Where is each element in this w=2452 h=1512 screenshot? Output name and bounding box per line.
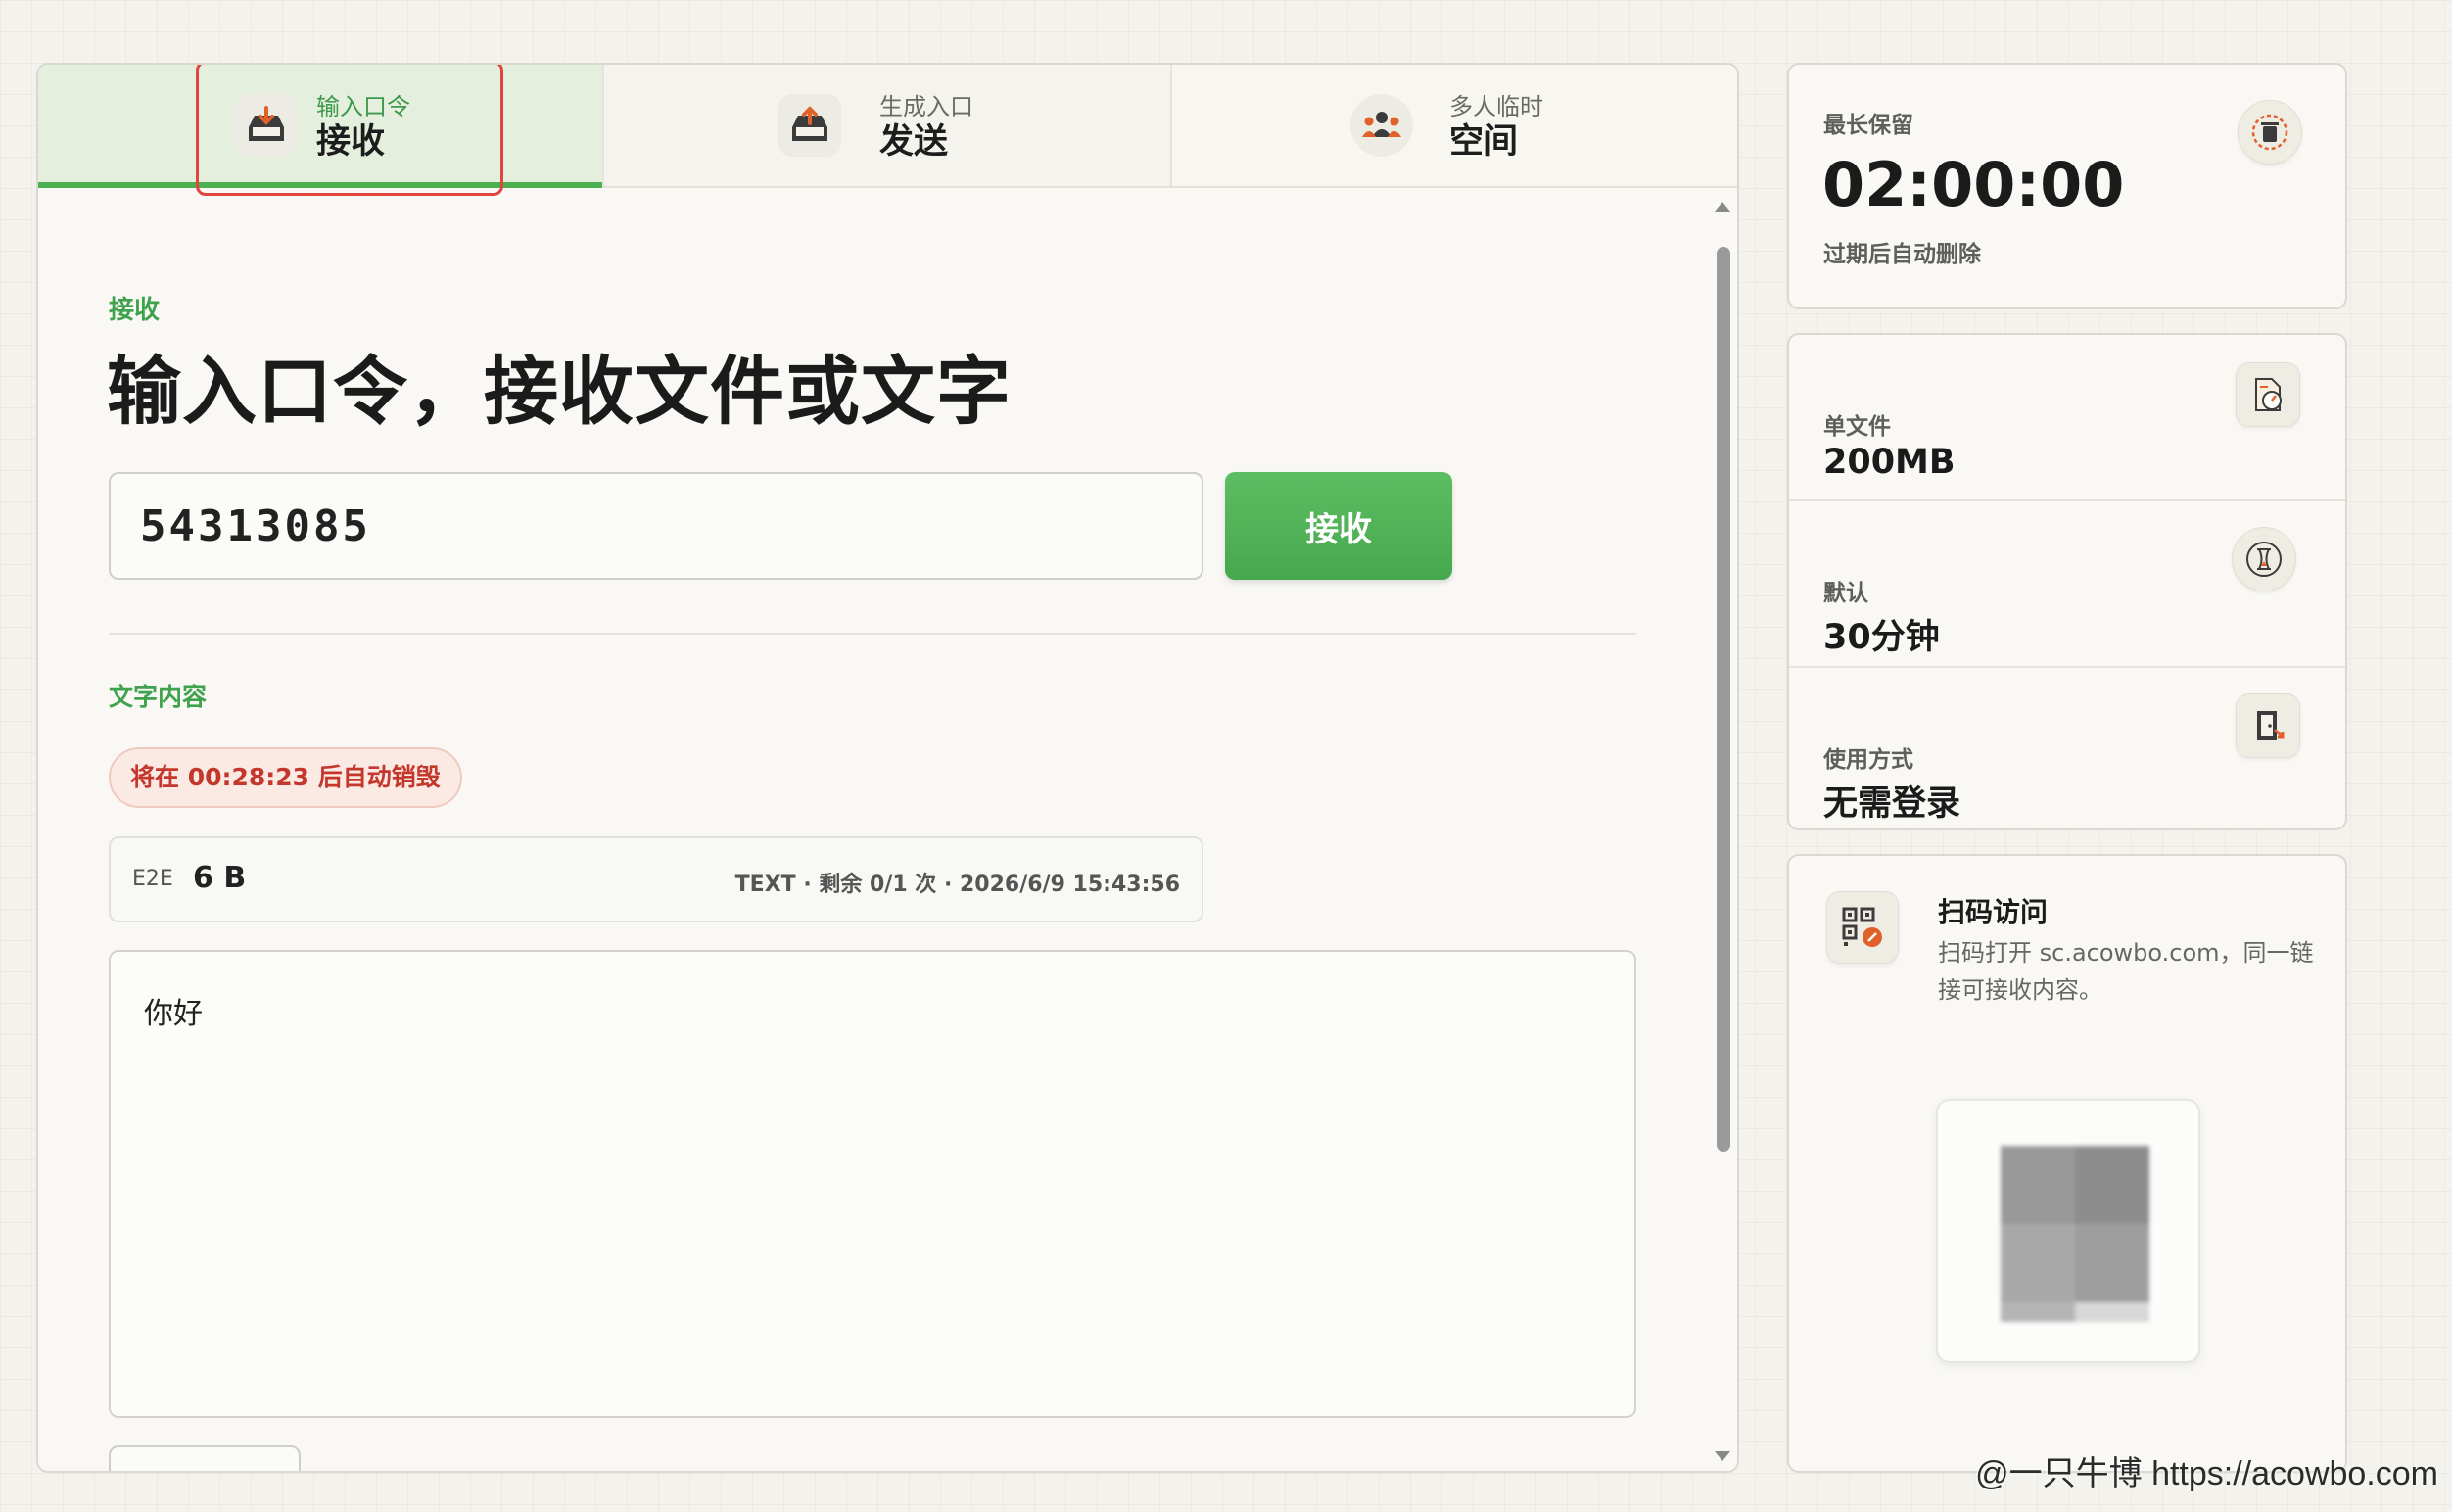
retention-value: 02:00:00 bbox=[1822, 149, 2125, 220]
retention-note: 过期后自动删除 bbox=[1823, 242, 1981, 267]
qr-description: 扫码打开 sc.acowbo.com，同一链接可接收内容。 bbox=[1938, 939, 2314, 1004]
page-title: 输入口令，接收文件或文字 bbox=[107, 348, 1012, 435]
divider bbox=[109, 633, 1636, 635]
qr-title: 扫码访问 bbox=[1938, 896, 2049, 928]
qr-code-image bbox=[2001, 1146, 2149, 1322]
file-gauge-icon bbox=[2236, 362, 2300, 427]
group-users-icon bbox=[1350, 94, 1413, 157]
section-tag: 接收 bbox=[109, 296, 161, 325]
tab-space-label: 空间 bbox=[1449, 122, 1519, 162]
watermark: @一只牛博 https://acowbo.com bbox=[1975, 1455, 2438, 1492]
tab-bar: 输入口令 接收 生成入口 发送 多人临时 空间 bbox=[38, 65, 1737, 196]
limits-card: 单文件 200MB 默认 30分钟 使用方式 无需登录 bbox=[1787, 333, 2347, 830]
content-size: 6 B bbox=[193, 861, 247, 895]
copy-content-button[interactable]: 复制内容 bbox=[109, 1445, 301, 1471]
tab-space[interactable]: 多人临时 空间 bbox=[1172, 65, 1737, 186]
door-exit-icon bbox=[2236, 693, 2300, 758]
destroy-countdown-badge: 将在 00:28:23 后自动销毁 bbox=[109, 747, 462, 808]
retention-label: 最长保留 bbox=[1823, 113, 1913, 138]
main-panel: 输入口令 接收 生成入口 发送 多人临时 空间 接收 输入口令，接收文件或文字 … bbox=[36, 63, 1739, 1473]
row-separator bbox=[1789, 666, 2345, 668]
tab-send-sub: 生成入口 bbox=[879, 93, 973, 120]
qr-code[interactable] bbox=[1936, 1099, 2200, 1363]
tab-send-label: 发送 bbox=[879, 122, 949, 162]
text-section-label: 文字内容 bbox=[109, 683, 208, 711]
tab-send[interactable]: 生成入口 发送 bbox=[604, 65, 1172, 186]
content-meta-bar: E2E 6 B TEXT · 剩余 0/1 次 · 2026/6/9 15:43… bbox=[109, 836, 1203, 922]
tab-space-sub: 多人临时 bbox=[1449, 93, 1543, 120]
retention-card: 最长保留 02:00:00 过期后自动删除 bbox=[1787, 63, 2347, 309]
single-file-value: 200MB bbox=[1823, 443, 1956, 482]
receive-content: 接收 输入口令，接收文件或文字 接收 文字内容 将在 00:28:23 后自动销… bbox=[38, 190, 1703, 1471]
scrollbar[interactable] bbox=[1709, 190, 1737, 1471]
hourglass-icon bbox=[2232, 527, 2296, 591]
text-content-box[interactable]: 你好 bbox=[109, 950, 1636, 1418]
default-duration-value: 30分钟 bbox=[1823, 618, 1940, 657]
encryption-tag: E2E bbox=[132, 867, 173, 891]
receive-button[interactable]: 接收 bbox=[1225, 472, 1452, 580]
row-separator bbox=[1789, 499, 2345, 501]
content-info: TEXT · 剩余 0/1 次 · 2026/6/9 15:43:56 bbox=[734, 873, 1180, 897]
code-input[interactable] bbox=[109, 472, 1203, 580]
qr-link-icon bbox=[1826, 891, 1899, 964]
default-duration-label: 默认 bbox=[1823, 581, 1868, 606]
inbox-upload-icon bbox=[778, 94, 841, 157]
usage-mode-value: 无需登录 bbox=[1823, 784, 1961, 824]
qr-card: 扫码访问 扫码打开 sc.acowbo.com，同一链接可接收内容。 bbox=[1787, 854, 2347, 1473]
tab-highlight-frame bbox=[196, 65, 503, 196]
scroll-down-arrow-icon[interactable] bbox=[1715, 1451, 1730, 1461]
scrollbar-thumb[interactable] bbox=[1717, 247, 1730, 1152]
scroll-up-arrow-icon[interactable] bbox=[1715, 202, 1730, 212]
text-content: 你好 bbox=[144, 997, 203, 1031]
usage-mode-label: 使用方式 bbox=[1823, 747, 1913, 773]
trash-timer-icon bbox=[2238, 100, 2302, 165]
single-file-label: 单文件 bbox=[1823, 414, 1891, 440]
